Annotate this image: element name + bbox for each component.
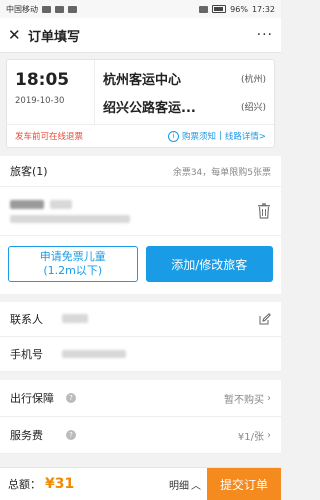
contact-name-redacted [62,313,88,323]
travel-guarantee-value: 暂不购买 [224,394,264,406]
total-label: 总额： [8,478,41,491]
passenger-row[interactable] [0,187,281,236]
child-button-line1: 申请免票儿童 [39,250,106,263]
phone-number-redacted [62,349,126,358]
from-city: (杭州) [240,74,266,85]
departure-date: 2019-10-30 [15,96,65,106]
ticket-remaining: 余票34，每单限购5张票 [172,167,271,178]
app-header: ✕ 订单填写 ··· [0,18,281,53]
status-bar: 中国移动 96% 17:32 [0,0,281,18]
notification-icon [55,5,64,13]
notification-icon [68,5,77,13]
chevron-right-icon: › [267,429,271,441]
battery-icon [212,5,227,13]
contact-label: 联系人 [10,313,43,326]
carrier-label: 中国移动 [6,4,38,14]
help-icon[interactable]: ? [66,393,76,403]
route-detail-link[interactable]: 线路详情> [225,130,266,142]
chevron-right-icon: › [267,392,271,404]
service-fee-label: 服务费 [10,429,43,442]
notification-icon [42,5,51,13]
total-price: ¥31 [45,476,75,492]
submit-order-button[interactable]: 提交订单 [207,468,281,500]
add-edit-passenger-button[interactable]: 添加/修改旅客 [145,246,273,282]
ticket-notice-link[interactable]: 购票须知 [182,130,216,142]
delete-icon[interactable] [257,203,271,219]
child-button-line2: (1.2m以下) [43,264,103,277]
to-city: (绍兴) [240,102,266,113]
edit-icon[interactable] [259,313,271,325]
travel-guarantee-label: 出行保障 [10,392,54,405]
close-icon[interactable]: ✕ [8,26,26,44]
trip-card: 18:05 2019-10-30 杭州客运中心 (杭州) 绍兴公路客运... (… [6,59,275,148]
bottom-bar: 总额： ¥31 明细 ︿ 提交订单 [0,467,281,500]
passenger-section: 旅客(1) 余票34，每单限购5张票 申请免票儿童 (1.2m以下) 添加/修改 [0,156,281,294]
more-options-icon[interactable]: ··· [257,27,273,43]
detail-label: 明细 [169,480,189,492]
page-title: 订单填写 [28,29,81,45]
from-station: 杭州客运中心 [103,72,182,88]
refund-note: 发车前可在线退票 [15,132,84,142]
clock: 17:32 [251,4,275,14]
departure-time: 18:05 [15,70,70,90]
info-icon: i [167,130,179,142]
add-free-child-button[interactable]: 申请免票儿童 (1.2m以下) [8,246,138,282]
passenger-title: 旅客(1) [10,165,48,178]
chevron-up-icon: ︿ [191,480,201,492]
to-station: 绍兴公路客运... [103,100,196,116]
contact-section: 联系人 手机号 [0,302,281,372]
options-section: 出行保障 ? 暂不购买 › 服务费 ? ¥1/张 › [0,380,281,454]
travel-guarantee-row[interactable]: 出行保障 ? 暂不购买 › [0,380,281,417]
service-fee-value: ¥1/张 [237,431,264,443]
phone-row[interactable]: 手机号 [0,337,281,372]
link-separator: | [219,131,222,141]
service-fee-row: 服务费 ? ¥1/张 › [0,417,281,454]
price-detail-toggle[interactable]: 明细 ︿ [169,477,201,492]
help-icon[interactable]: ? [66,430,76,440]
wifi-icon [199,5,209,13]
contact-row[interactable]: 联系人 [0,302,281,337]
phone-label: 手机号 [10,348,43,361]
passenger-info-redacted [10,199,130,223]
battery-percent: 96% [230,4,248,14]
